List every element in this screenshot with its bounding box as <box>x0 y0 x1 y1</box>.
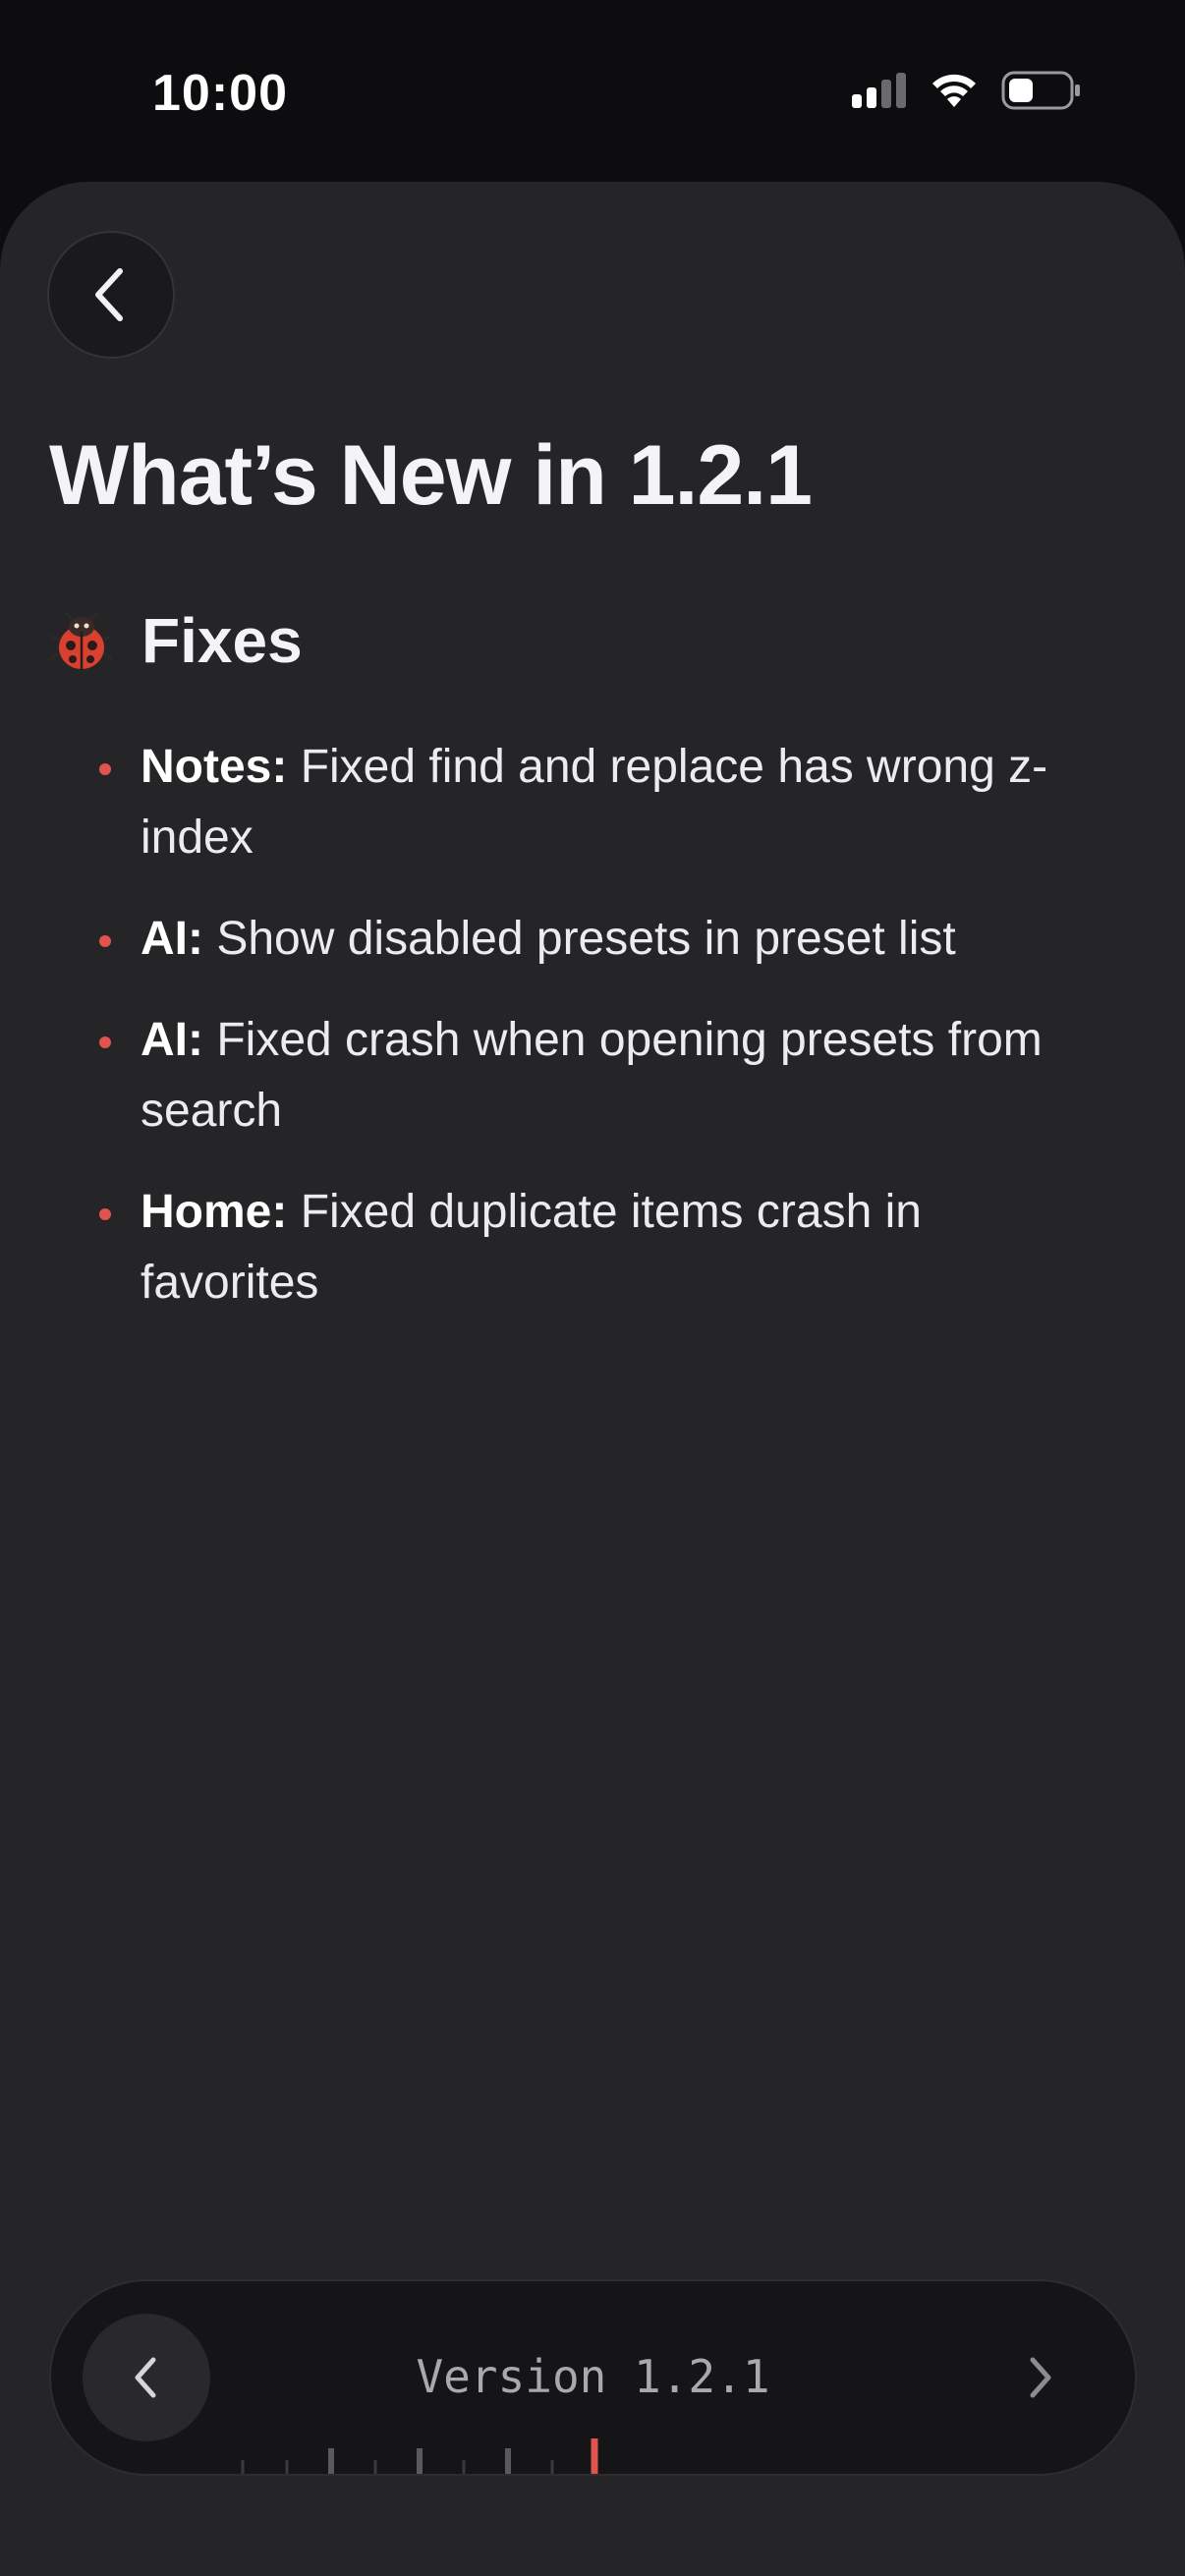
status-bar: 10:00 <box>0 0 1185 187</box>
status-time: 10:00 <box>152 65 288 122</box>
list-item: Home: Fixed duplicate items crash in fav… <box>93 1177 1105 1318</box>
fix-area: AI: <box>141 913 203 965</box>
battery-icon <box>1001 71 1080 110</box>
ladybug-icon <box>51 610 112 669</box>
version-label: Version 1.2.1 <box>416 2350 770 2403</box>
chevron-left-icon <box>95 268 123 321</box>
fix-list: Notes: Fixed find and replace has wrong … <box>93 732 1105 1349</box>
fix-area: AI: <box>141 1014 203 1066</box>
list-item: AI: Fixed crash when opening presets fro… <box>93 1005 1105 1147</box>
version-picker[interactable]: Version 1.2.1 <box>49 2279 1137 2476</box>
bullet-dot <box>99 935 111 947</box>
whats-new-sheet: What’s New in 1.2.1 Fixes Notes: Fixed f… <box>0 182 1185 2576</box>
fixes-section-header: Fixes <box>51 604 303 677</box>
next-version-button[interactable] <box>976 2314 1103 2441</box>
bullet-dot <box>99 1208 111 1220</box>
cellular-signal-icon <box>852 73 906 108</box>
list-item: Notes: Fixed find and replace has wrong … <box>93 732 1105 873</box>
fix-area: Notes: <box>141 741 288 793</box>
chevron-right-icon <box>1030 2357 1051 2398</box>
back-button[interactable] <box>47 231 175 359</box>
status-icons <box>852 71 1082 110</box>
page-title: What’s New in 1.2.1 <box>49 428 813 523</box>
section-title: Fixes <box>141 605 303 676</box>
bullet-dot <box>99 763 111 775</box>
fix-text: Show disabled presets in preset list <box>216 913 956 965</box>
wifi-icon <box>932 74 976 107</box>
fix-area: Home: <box>141 1186 288 1238</box>
list-item: AI: Show disabled presets in preset list <box>93 904 1105 975</box>
version-scrubber[interactable] <box>51 2438 1137 2476</box>
fix-text: Fixed crash when opening presets from se… <box>141 1014 1043 1137</box>
bullet-dot <box>99 1036 111 1048</box>
